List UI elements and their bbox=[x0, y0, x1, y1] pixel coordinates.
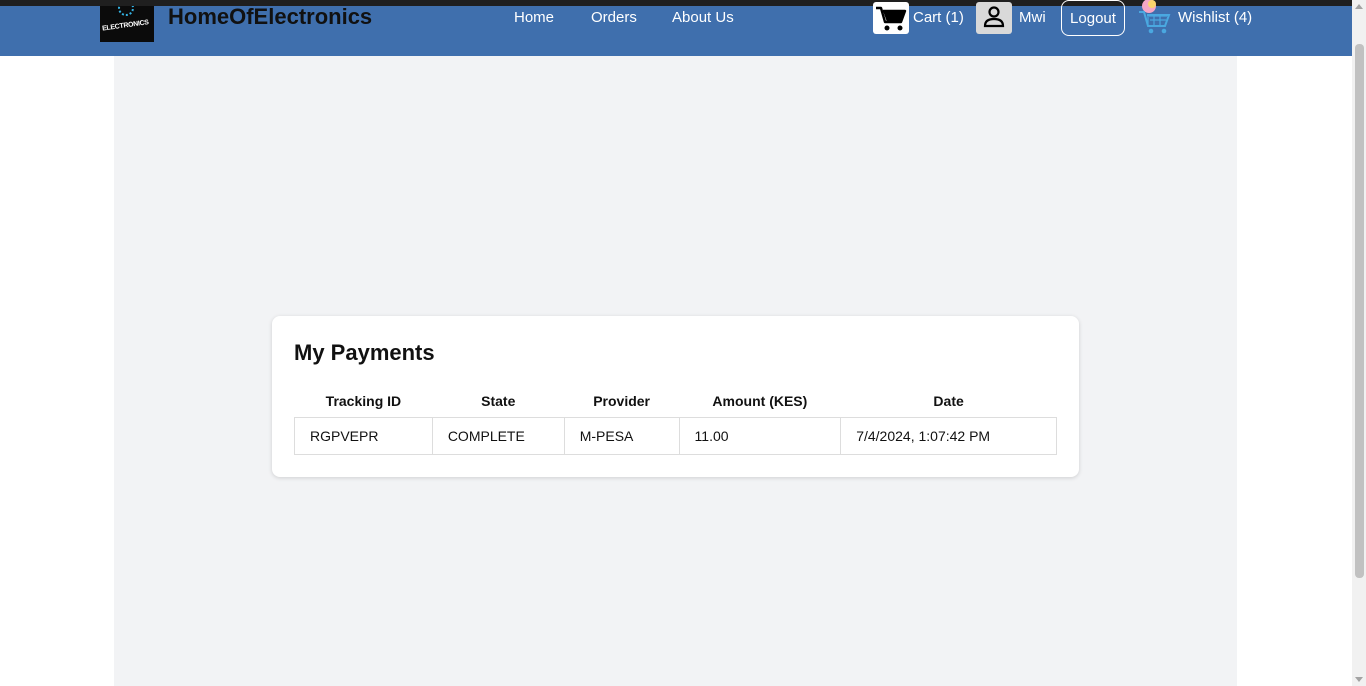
user-icon[interactable] bbox=[976, 2, 1012, 34]
scroll-down-arrow-icon[interactable] bbox=[1355, 677, 1363, 682]
nav-home[interactable]: Home bbox=[514, 9, 554, 26]
vertical-scrollbar[interactable] bbox=[1352, 0, 1366, 686]
navbar: ELECTRONICS HomeOfElectronics Home Order… bbox=[0, 0, 1352, 56]
wishlist-cart-icon[interactable] bbox=[1137, 0, 1175, 36]
cell-amount: 11.00 bbox=[678, 416, 842, 455]
cell-date: 7/4/2024, 1:07:42 PM bbox=[840, 416, 1057, 455]
column-header-date: Date bbox=[933, 393, 964, 410]
table-header-row: Tracking ID State Provider Amount (KES) … bbox=[295, 386, 1057, 417]
logo-text: ELECTRONICS bbox=[101, 19, 150, 33]
nav-about-us[interactable]: About Us bbox=[672, 9, 734, 26]
brand-logo[interactable]: ELECTRONICS bbox=[100, 6, 154, 42]
column-header-tracking-id: Tracking ID bbox=[325, 393, 402, 410]
wishlist-link[interactable]: Wishlist (4) bbox=[1178, 9, 1252, 26]
cell-tracking-id: RGPVEPR bbox=[294, 416, 433, 455]
nav-orders[interactable]: Orders bbox=[591, 9, 637, 26]
scrollbar-thumb[interactable] bbox=[1355, 44, 1364, 578]
cart-link[interactable]: Cart (1) bbox=[913, 9, 964, 26]
logout-button[interactable]: Logout bbox=[1061, 0, 1125, 36]
brand-name[interactable]: HomeOfElectronics bbox=[168, 4, 372, 30]
payments-card: My Payments Tracking ID State Provider A… bbox=[272, 316, 1079, 477]
payments-table: Tracking ID State Provider Amount (KES) … bbox=[294, 386, 1057, 455]
page-title: My Payments bbox=[294, 340, 435, 365]
user-name[interactable]: Mwi bbox=[1019, 9, 1046, 26]
column-header-amount: Amount (KES) bbox=[712, 393, 808, 410]
column-header-provider: Provider bbox=[593, 393, 651, 410]
cell-state: COMPLETE bbox=[431, 416, 565, 455]
logo-sun-icon bbox=[118, 6, 134, 16]
scroll-up-arrow-icon[interactable] bbox=[1355, 4, 1363, 9]
cell-provider: M-PESA bbox=[563, 416, 680, 455]
column-header-state: State bbox=[481, 393, 516, 410]
table-row: RGPVEPR COMPLETE M-PESA 11.00 7/4/2024, … bbox=[294, 416, 1057, 455]
cart-icon[interactable] bbox=[873, 2, 909, 34]
